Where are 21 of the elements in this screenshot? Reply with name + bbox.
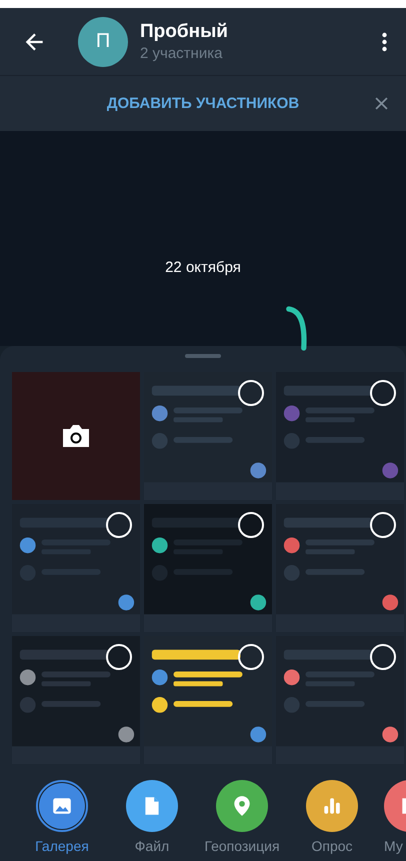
avatar: П: [78, 16, 128, 66]
close-icon[interactable]: [375, 97, 388, 110]
date-label: 22 октября: [165, 259, 241, 277]
select-circle[interactable]: [370, 512, 396, 538]
attach-tab[interactable]: Галерея: [24, 780, 100, 854]
attach-tab[interactable]: Файл: [114, 780, 190, 854]
select-circle[interactable]: [238, 512, 264, 538]
select-circle[interactable]: [370, 380, 396, 406]
attach-tab[interactable]: Опрос: [294, 780, 370, 854]
select-circle[interactable]: [238, 380, 264, 406]
member-count: 2 участника: [140, 45, 224, 62]
chat-title: Пробный: [140, 21, 229, 43]
camera-tile[interactable]: [12, 372, 140, 500]
drag-handle[interactable]: [185, 354, 221, 358]
select-circle[interactable]: [106, 644, 132, 670]
menu-icon[interactable]: [381, 32, 388, 52]
select-circle[interactable]: [238, 644, 264, 670]
camera-icon: [60, 423, 92, 449]
select-circle[interactable]: [370, 644, 396, 670]
select-circle[interactable]: [106, 512, 132, 538]
attach-tab[interactable]: Геопозиция: [204, 780, 280, 854]
